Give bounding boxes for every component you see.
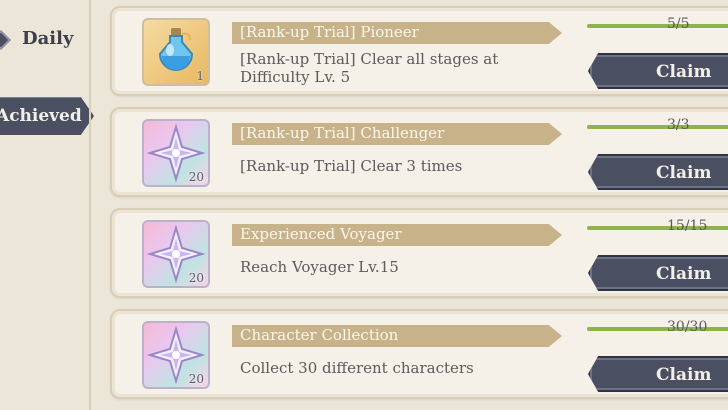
progress-bar — [587, 125, 728, 129]
reward-quantity: 20 — [188, 372, 204, 386]
reward-quantity: 20 — [188, 170, 204, 184]
achievement-title: Character Collection — [240, 326, 399, 344]
reward-item[interactable]: 20 — [142, 220, 210, 288]
progress-text: 30/30 — [667, 319, 708, 335]
claim-button[interactable]: Claim — [588, 53, 728, 89]
achievement-card: 1 [Rank-up Trial] Pioneer [Rank-up Trial… — [110, 6, 728, 96]
title-ribbon: [Rank-up Trial] Pioneer — [232, 22, 562, 44]
achievement-card: 20 [Rank-up Trial] Challenger [Rank-up T… — [110, 107, 728, 197]
reward-item[interactable]: 20 — [142, 119, 210, 187]
claim-label: Claim — [656, 365, 712, 385]
reward-item[interactable]: 1 — [142, 18, 210, 86]
progress-text: 5/5 — [667, 16, 690, 32]
nav-divider — [89, 0, 91, 410]
achievement-description: [Rank-up Trial] Clear all stages at Diff… — [240, 50, 499, 86]
achievement-title: [Rank-up Trial] Pioneer — [240, 23, 419, 41]
reward-item[interactable]: 20 — [142, 321, 210, 389]
tab-achieved[interactable]: Achieved — [0, 97, 94, 135]
achievement-title: Experienced Voyager — [240, 225, 402, 243]
claim-label: Claim — [656, 163, 712, 183]
achievement-description: Reach Voyager Lv.15 — [240, 258, 399, 276]
diamond-icon — [0, 30, 11, 50]
claim-button[interactable]: Claim — [588, 154, 728, 190]
reward-quantity: 1 — [196, 69, 204, 83]
tab-daily-label: Daily — [22, 28, 74, 49]
tab-daily[interactable]: Daily — [0, 22, 88, 58]
claim-button[interactable]: Claim — [588, 255, 728, 291]
claim-label: Claim — [656, 264, 712, 284]
claim-button[interactable]: Claim — [588, 356, 728, 392]
title-ribbon: [Rank-up Trial] Challenger — [232, 123, 562, 145]
achievement-description: Collect 30 different characters — [240, 359, 474, 377]
achievement-card: 20 Character Collection Collect 30 diffe… — [110, 309, 728, 399]
progress-bar — [587, 24, 728, 28]
tab-achieved-label: Achieved — [0, 106, 82, 126]
progress-text: 3/3 — [667, 117, 690, 133]
progress-fill — [587, 125, 728, 129]
achievement-card: 20 Experienced Voyager Reach Voyager Lv.… — [110, 208, 728, 298]
progress-text: 15/15 — [667, 218, 708, 234]
title-ribbon: Character Collection — [232, 325, 562, 347]
reward-quantity: 20 — [188, 271, 204, 285]
claim-label: Claim — [656, 62, 712, 82]
left-nav: Daily Achieved — [0, 0, 94, 410]
title-ribbon: Experienced Voyager — [232, 224, 562, 246]
achievement-title: [Rank-up Trial] Challenger — [240, 124, 445, 142]
progress-fill — [587, 24, 728, 28]
achievement-description: [Rank-up Trial] Clear 3 times — [240, 157, 463, 175]
